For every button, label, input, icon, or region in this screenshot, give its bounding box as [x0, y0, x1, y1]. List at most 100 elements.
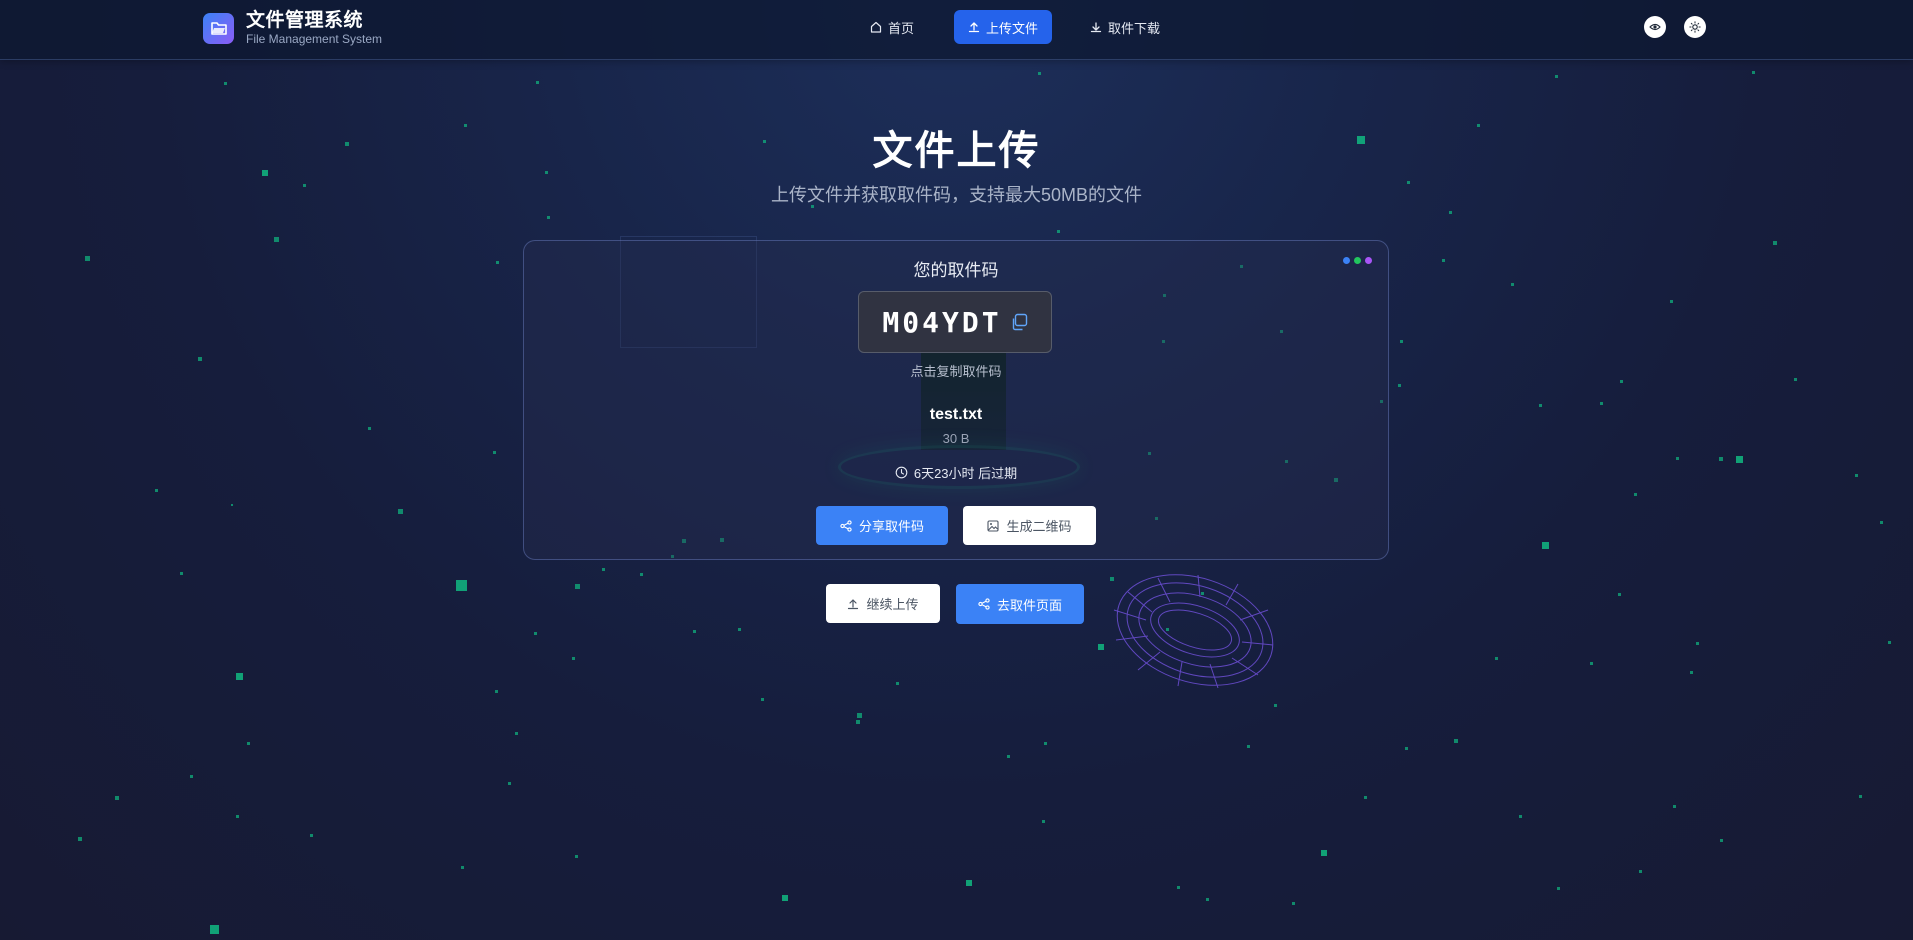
- particle: [210, 925, 219, 934]
- particle: [310, 834, 313, 837]
- particle: [1618, 593, 1621, 596]
- visual-toggle-button[interactable]: [1644, 16, 1666, 38]
- expire-info: 6天23小时 后过期: [524, 463, 1388, 482]
- particle: [1859, 795, 1862, 798]
- particle: [115, 796, 119, 800]
- particle: [495, 690, 498, 693]
- nav-item-label: 取件下载: [1107, 20, 1160, 36]
- share-icon: [978, 598, 990, 610]
- particle: [1670, 300, 1673, 303]
- particle: [190, 775, 193, 778]
- particle: [1676, 457, 1679, 460]
- particle: [1177, 886, 1180, 889]
- particle: [1007, 755, 1010, 758]
- particle: [496, 261, 499, 264]
- particle: [1855, 474, 1858, 477]
- particle: [1696, 642, 1699, 645]
- particle: [966, 880, 972, 886]
- particle: [782, 895, 788, 901]
- particle: [738, 628, 741, 631]
- continue-upload-label: 继续上传: [866, 597, 919, 612]
- particle: [761, 698, 764, 701]
- expire-text: 6天23小时 后过期: [913, 466, 1018, 481]
- particle: [857, 713, 862, 718]
- brand[interactable]: 文件管理系统 File Management System: [203, 11, 382, 45]
- particle: [1620, 380, 1623, 383]
- particle: [1555, 75, 1558, 78]
- file-name: test.txt: [929, 406, 983, 423]
- particle: [693, 630, 696, 633]
- app-title: 文件管理系统: [246, 10, 364, 31]
- particle: [1042, 820, 1045, 823]
- particle: [493, 451, 496, 454]
- upload-icon: [968, 22, 980, 33]
- particle: [1519, 815, 1522, 818]
- particle: [1274, 704, 1277, 707]
- particle: [640, 573, 643, 576]
- particle: [547, 216, 550, 219]
- nav-item-home[interactable]: 首页: [862, 10, 922, 44]
- download-icon: [1090, 22, 1102, 33]
- particle: [1888, 641, 1891, 644]
- particle: [85, 256, 90, 261]
- particle: [198, 357, 202, 361]
- particle: [1442, 259, 1445, 262]
- particle: [1773, 241, 1777, 245]
- upload-icon: [848, 598, 859, 609]
- particle: [1098, 644, 1104, 650]
- page-subtitle: 上传文件并获取取件码，支持最大50MB的文件: [770, 185, 1143, 205]
- particle: [1720, 839, 1723, 842]
- particle: [1600, 402, 1603, 405]
- particle: [1880, 521, 1883, 524]
- particle: [1206, 898, 1209, 901]
- continue-upload-button[interactable]: 继续上传: [826, 584, 940, 623]
- particle: [155, 489, 158, 492]
- particle: [1044, 742, 1047, 745]
- generate-qr-button[interactable]: 生成二维码: [963, 506, 1096, 545]
- particle: [536, 81, 539, 84]
- particle: [1634, 493, 1637, 496]
- particle: [1752, 71, 1755, 74]
- particle: [572, 657, 575, 660]
- particle: [508, 782, 511, 785]
- particle: [1495, 657, 1498, 660]
- pickup-code-label: 您的取件码: [913, 261, 999, 280]
- particle: [398, 509, 403, 514]
- particle: [1398, 384, 1401, 387]
- nav-item-download[interactable]: 取件下载: [1080, 10, 1170, 44]
- particle: [461, 866, 464, 869]
- particle: [1794, 378, 1797, 381]
- particle: [1590, 662, 1593, 665]
- upload-result-card: 您的取件码 M04YDT 点击复制取件码 test.txt 30 B 6天23小…: [523, 240, 1389, 560]
- particle: [1736, 456, 1743, 463]
- go-pickup-button[interactable]: 去取件页面: [956, 584, 1084, 624]
- particle: [1511, 283, 1514, 286]
- particle: [1364, 796, 1367, 799]
- particle: [1719, 457, 1723, 461]
- particle: [896, 682, 899, 685]
- go-pickup-label: 去取件页面: [996, 597, 1062, 613]
- particle: [1542, 542, 1549, 549]
- theme-toggle-button[interactable]: [1684, 16, 1706, 38]
- particle: [515, 732, 518, 735]
- particle: [1038, 72, 1041, 75]
- app-subtitle: File Management System: [246, 32, 383, 46]
- particle: [274, 237, 279, 242]
- nav-item-label: 首页: [887, 20, 914, 36]
- nav-item-upload[interactable]: 上传文件: [954, 10, 1052, 44]
- particle: [1292, 902, 1295, 905]
- wireframe-torus-decoration: [1113, 574, 1274, 689]
- clock-icon: [895, 466, 908, 479]
- particle: [1321, 850, 1327, 856]
- particle: [1539, 404, 1542, 407]
- pickup-code-box[interactable]: M04YDT: [858, 291, 1052, 353]
- pickup-code: M04YDT: [882, 305, 1002, 339]
- particle: [534, 632, 537, 635]
- particle: [1400, 340, 1403, 343]
- copy-icon[interactable]: [1010, 313, 1028, 331]
- share-code-button[interactable]: 分享取件码: [816, 506, 948, 545]
- particle: [78, 837, 82, 841]
- particle: [231, 504, 233, 506]
- share-icon: [840, 519, 852, 532]
- particle: [236, 815, 239, 818]
